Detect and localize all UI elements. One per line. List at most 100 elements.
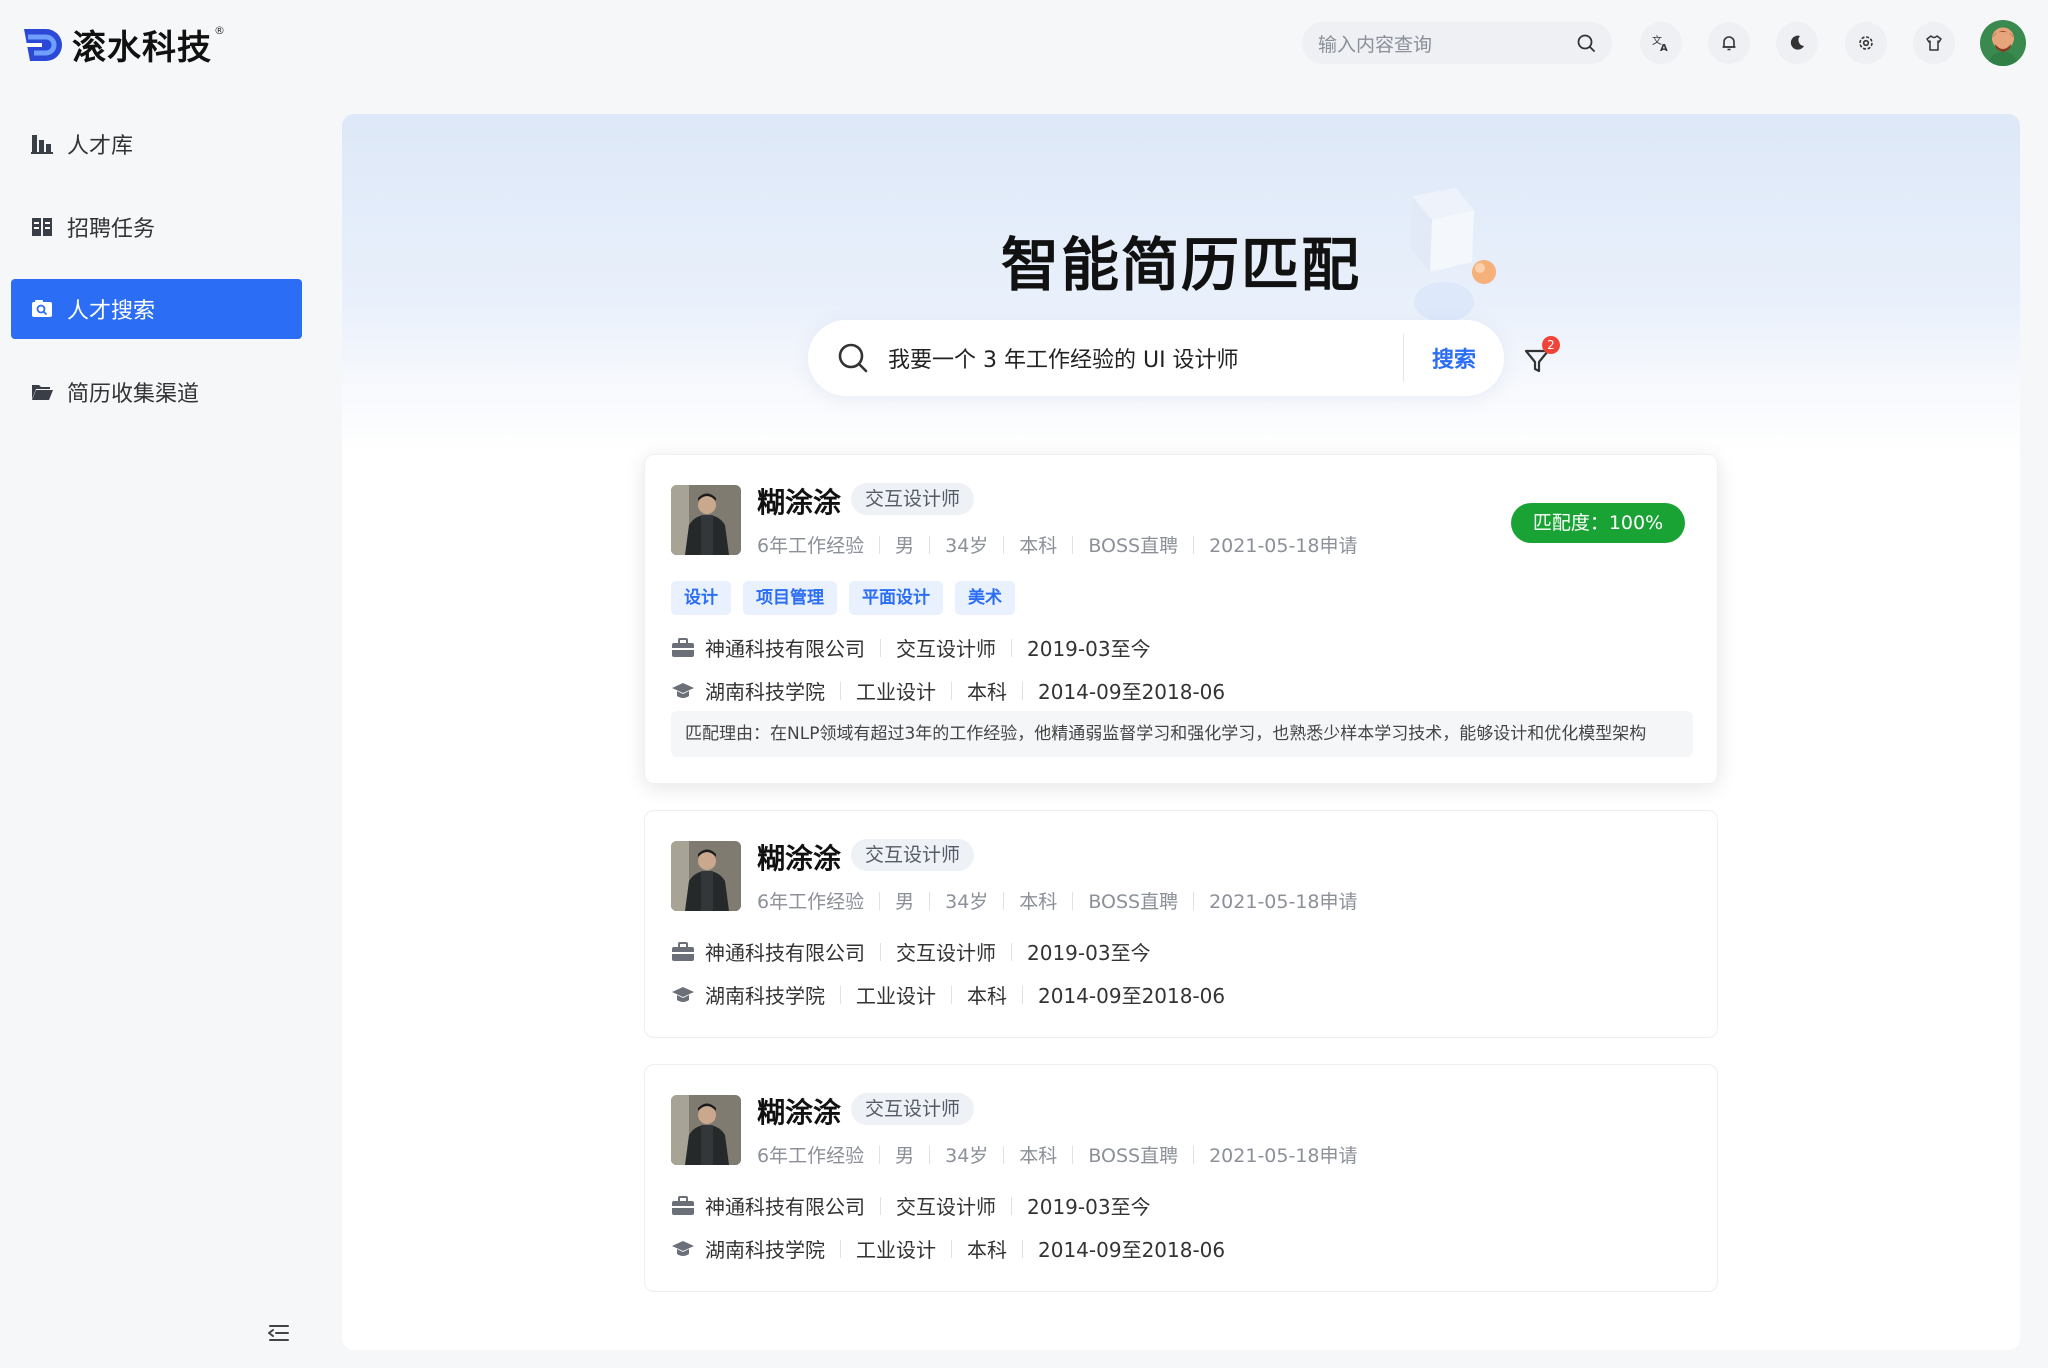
candidate-card[interactable]: 糊涂涂 交互设计师 6年工作经验 男 34岁 本科 BOSS直聘 2021-05…: [644, 810, 1718, 1038]
candidate-role-badge: 交互设计师: [851, 483, 975, 515]
candidate-role-badge: 交互设计师: [851, 839, 975, 871]
graduation-cap-icon: [671, 681, 695, 701]
candidate-avatar: [671, 485, 741, 555]
edu-degree-text: 本科: [967, 680, 1007, 704]
sidebar-item-talent-search[interactable]: 人才搜索: [11, 279, 302, 339]
translate-button[interactable]: 文 A: [1640, 22, 1682, 64]
skill-tag[interactable]: 设计: [671, 581, 731, 615]
candidate-name: 糊涂涂: [757, 1096, 842, 1129]
skill-tag[interactable]: 美术: [955, 581, 1015, 615]
work-period-text: 2019-03至今: [1027, 637, 1151, 661]
briefcase-icon: [671, 1195, 695, 1216]
briefcase-icon: [671, 637, 695, 658]
graduation-cap-icon: [671, 1239, 695, 1259]
candidate-name: 糊涂涂: [757, 842, 842, 875]
match-reason: 匹配理由：在NLP领域有超过3年的工作经验，他精通弱监督学习和强化学习，也熟悉少…: [671, 711, 1693, 757]
position-text: 交互设计师: [896, 637, 996, 661]
filter-button[interactable]: 2: [1522, 336, 1562, 380]
work-period-text: 2019-03至今: [1027, 1195, 1151, 1219]
company-text: 神通科技有限公司: [705, 1195, 865, 1219]
dark-mode-button[interactable]: [1776, 22, 1818, 64]
person-photo-icon: [671, 485, 741, 555]
school-text: 湖南科技学院: [705, 1238, 825, 1262]
company-text: 神通科技有限公司: [705, 941, 865, 965]
edu-period-text: 2014-09至2018-06: [1038, 1238, 1226, 1262]
candidate-meta: 6年工作经验 男 34岁 本科 BOSS直聘 2021-05-18申请: [757, 887, 1358, 914]
svg-text:A: A: [1660, 43, 1668, 53]
main-panel: 智能简历匹配 我要一个 3 年工作经验的 UI 设计师 搜索 2 糊涂涂 交互设…: [342, 114, 2020, 1350]
sidebar-item-label: 简历收集渠道: [67, 382, 200, 407]
degree-text: 本科: [1019, 535, 1058, 557]
search-button[interactable]: 搜索: [1404, 342, 1504, 374]
work-history: 神通科技有限公司 交互设计师 2019-03至今: [671, 633, 1151, 662]
apply-date-text: 2021-05-18申请: [1209, 1145, 1358, 1167]
age-text: 34岁: [945, 1145, 989, 1167]
age-text: 34岁: [945, 891, 989, 913]
edu-period-text: 2014-09至2018-06: [1038, 680, 1226, 704]
source-text: BOSS直聘: [1088, 891, 1179, 913]
position-text: 交互设计师: [896, 941, 996, 965]
smart-search-bar[interactable]: 我要一个 3 年工作经验的 UI 设计师 搜索: [808, 320, 1504, 396]
translate-icon: 文 A: [1652, 34, 1668, 53]
shirt-icon: [1926, 35, 1942, 51]
work-period-text: 2019-03至今: [1027, 941, 1151, 965]
apply-date-text: 2021-05-18申请: [1209, 891, 1358, 913]
skill-tag[interactable]: 项目管理: [743, 581, 837, 615]
school-text: 湖南科技学院: [705, 680, 825, 704]
skill-tags: 设计 项目管理 平面设计 美术: [671, 581, 1027, 615]
theme-skin-button[interactable]: [1913, 22, 1955, 64]
experience-text: 6年工作经验: [757, 891, 865, 913]
page-title: 智能简历匹配: [1000, 231, 1361, 299]
candidate-role-badge: 交互设计师: [851, 1093, 975, 1125]
smart-search-input[interactable]: 我要一个 3 年工作经验的 UI 设计师: [888, 342, 1403, 374]
briefcase-icon: [671, 941, 695, 962]
brand-name: 滚水科技: [72, 28, 212, 68]
chart-bar-icon: [29, 131, 55, 157]
sidebar-item-label: 人才库: [67, 134, 134, 159]
sidebar-item-recruit-tasks[interactable]: 招聘任务: [11, 197, 302, 257]
work-history: 神通科技有限公司 交互设计师 2019-03至今: [671, 937, 1151, 966]
search-icon[interactable]: [1576, 33, 1596, 53]
edu-degree-text: 本科: [967, 984, 1007, 1008]
bell-icon: [1722, 36, 1736, 51]
moon-icon: [1790, 35, 1804, 50]
notifications-button[interactable]: [1708, 22, 1750, 64]
school-text: 湖南科技学院: [705, 984, 825, 1008]
search-icon: [838, 343, 868, 373]
edu-period-text: 2014-09至2018-06: [1038, 984, 1226, 1008]
brand-logo[interactable]: 滚水科技 ®: [22, 20, 225, 69]
folder-open-icon: [29, 379, 55, 405]
source-text: BOSS直聘: [1088, 535, 1179, 557]
education-history: 湖南科技学院 工业设计 本科 2014-09至2018-06: [671, 676, 1225, 705]
collapse-sidebar-icon[interactable]: [266, 1322, 292, 1344]
degree-text: 本科: [1019, 891, 1058, 913]
gender-text: 男: [895, 535, 915, 557]
global-search-input[interactable]: 输入内容查询: [1302, 22, 1612, 64]
user-avatar-icon: [1988, 30, 2018, 66]
apply-date-text: 2021-05-18申请: [1209, 535, 1358, 557]
candidate-card[interactable]: 糊涂涂 交互设计师 6年工作经验 男 34岁 本科 BOSS直聘 2021-05…: [644, 1064, 1718, 1292]
sidebar-item-resume-channels[interactable]: 简历收集渠道: [11, 362, 302, 422]
global-search-placeholder: 输入内容查询: [1318, 33, 1433, 56]
experience-text: 6年工作经验: [757, 1145, 865, 1167]
registered-mark: ®: [214, 24, 225, 37]
settings-button[interactable]: [1845, 22, 1887, 64]
graduation-cap-icon: [671, 985, 695, 1005]
degree-text: 本科: [1019, 1145, 1058, 1167]
candidate-name: 糊涂涂: [757, 486, 842, 519]
gender-text: 男: [895, 891, 915, 913]
match-score-badge: 匹配度：100%: [1511, 503, 1685, 543]
user-avatar[interactable]: [1980, 20, 2026, 66]
major-text: 工业设计: [856, 680, 936, 704]
filter-count-badge: 2: [1542, 336, 1560, 354]
task-list-icon: [29, 214, 55, 240]
major-text: 工业设计: [856, 1238, 936, 1262]
gear-icon: [1859, 36, 1873, 50]
candidate-meta: 6年工作经验 男 34岁 本科 BOSS直聘 2021-05-18申请: [757, 531, 1358, 558]
education-history: 湖南科技学院 工业设计 本科 2014-09至2018-06: [671, 980, 1225, 1009]
sidebar-item-talent-pool[interactable]: 人才库: [11, 114, 302, 174]
work-history: 神通科技有限公司 交互设计师 2019-03至今: [671, 1191, 1151, 1220]
sidebar-item-label: 招聘任务: [67, 217, 156, 242]
candidate-card[interactable]: 糊涂涂 交互设计师 6年工作经验 男 34岁 本科 BOSS直聘 2021-05…: [644, 454, 1718, 784]
skill-tag[interactable]: 平面设计: [849, 581, 943, 615]
